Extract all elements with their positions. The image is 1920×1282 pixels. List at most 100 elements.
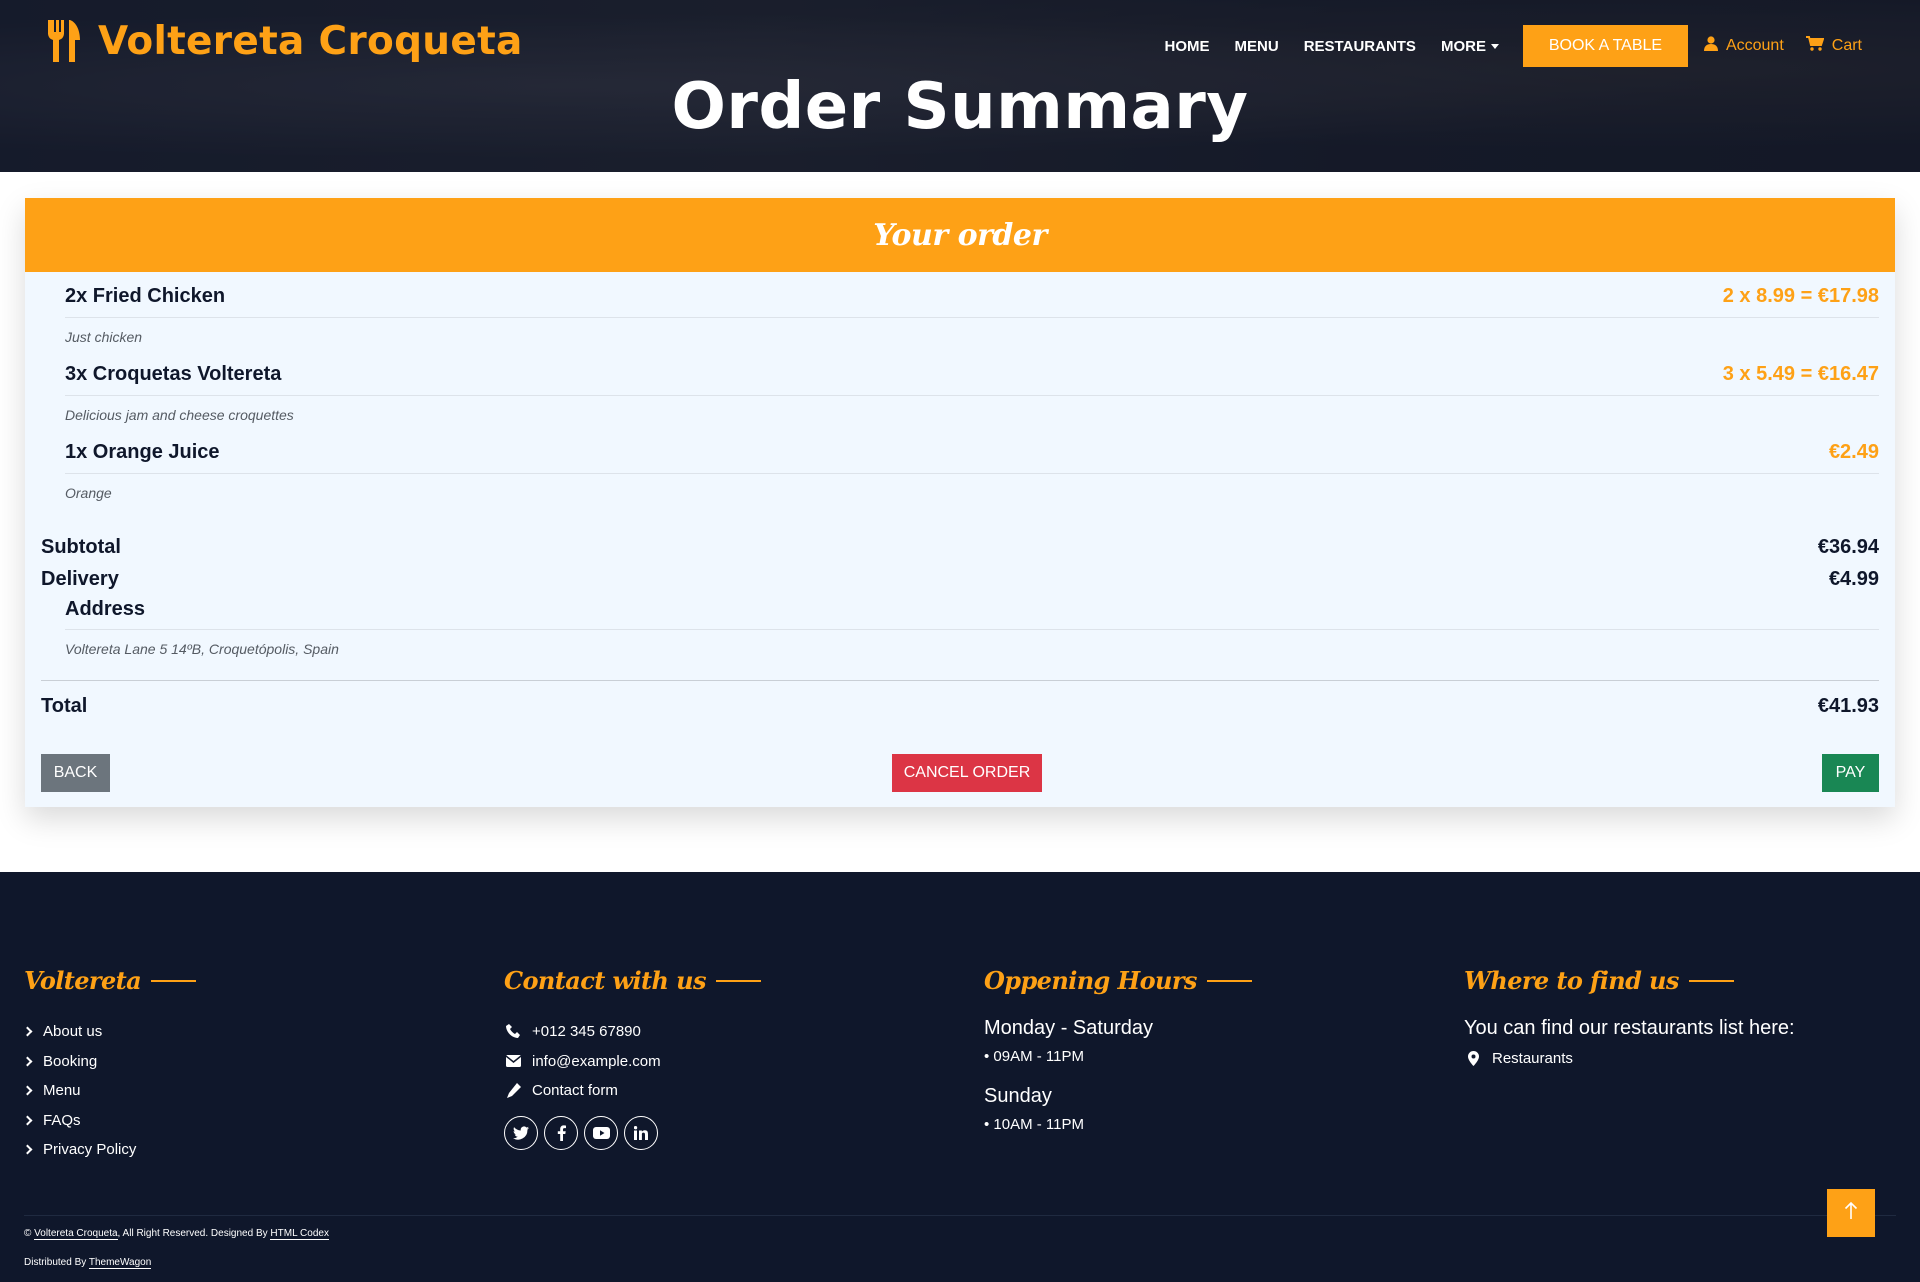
footer-link-about[interactable]: About us [22, 1017, 196, 1047]
footer-link-label: Menu [43, 1082, 81, 1100]
chevron-right-icon [22, 1026, 33, 1037]
nav-more-dropdown[interactable]: MORE [1441, 38, 1499, 55]
copyright-line: © Voltereta Croqueta, All Right Reserved… [24, 1228, 329, 1240]
subtotal-value: €36.94 [1817, 536, 1879, 558]
copyright-site-link[interactable]: Voltereta Croqueta [34, 1228, 118, 1240]
footer-link-privacy[interactable]: Privacy Policy [22, 1135, 196, 1165]
find-us-text: You can find our restaurants list here: [1464, 1017, 1795, 1039]
total-label: Total [41, 695, 88, 717]
cart-icon [1805, 36, 1825, 56]
footer-link-label: FAQs [43, 1111, 81, 1129]
hours-block: Monday - Saturday • 09AM - 11PM Sunday •… [984, 1017, 1252, 1133]
back-button[interactable]: BACK [41, 754, 110, 792]
footer-title-text: Oppening Hours [984, 966, 1197, 995]
envelope-icon [504, 1055, 522, 1068]
contact-email-text: info@example.com [532, 1052, 661, 1070]
contact-form-link[interactable]: Contact form [504, 1076, 761, 1106]
footer-link-label: Privacy Policy [43, 1141, 137, 1159]
restaurants-link[interactable]: Restaurants [1464, 1044, 1795, 1074]
chevron-right-icon [22, 1056, 33, 1067]
address-block: Address Voltereta Lane 5 14ºB, Croquetóp… [65, 598, 1879, 657]
footer-col-contact: Contact with us +012 345 67890 info@exam… [504, 966, 761, 1150]
account-label: Account [1725, 37, 1784, 54]
pencil-icon [504, 1083, 522, 1099]
copyright-designer-link[interactable]: HTML Codex [270, 1228, 329, 1240]
copyright-symbol: © [24, 1228, 32, 1239]
contact-email[interactable]: info@example.com [504, 1047, 761, 1077]
cart-link[interactable]: Cart [1805, 36, 1862, 56]
hours-day: Sunday [984, 1085, 1052, 1107]
title-underline [151, 979, 197, 982]
restaurants-link-label: Restaurants [1492, 1050, 1573, 1068]
book-table-button[interactable]: BOOK A TABLE [1522, 25, 1688, 67]
twitter-icon[interactable] [504, 1115, 538, 1150]
footer-link-label: Booking [43, 1052, 98, 1070]
distributed-label: Distributed By [24, 1257, 87, 1268]
user-icon [1703, 36, 1718, 56]
main-nav: HOME MENU RESTAURANTS MORE BOOK A TABLE … [1165, 25, 1862, 67]
contact-form-text: Contact form [532, 1082, 618, 1100]
footer-title: Contact with us [504, 966, 761, 995]
hero-header: Voltereta Croqueta HOME MENU RESTAURANTS… [0, 0, 1920, 172]
footer-col-hours: Oppening Hours Monday - Saturday • 09AM … [984, 966, 1252, 1133]
phone-icon [504, 1024, 522, 1039]
cancel-order-button[interactable]: CANCEL ORDER [892, 754, 1042, 792]
distributor-link[interactable]: ThemeWagon [88, 1257, 152, 1269]
cart-label: Cart [1831, 37, 1862, 54]
page-title: Order Summary [671, 70, 1249, 144]
footer-title-text: Voltereta [24, 966, 142, 995]
order-item: 3x Croquetas Voltereta 3 x 5.49 = €16.47… [65, 350, 1879, 423]
total-divider [41, 680, 1879, 681]
order-card-header: Your order [25, 198, 1895, 272]
subtotal-label: Subtotal [41, 536, 121, 558]
order-item-row: 1x Orange Juice €2.49 [65, 428, 1879, 474]
hours-time: • 10AM - 11PM [984, 1116, 1085, 1133]
total-value: €41.93 [1817, 695, 1879, 717]
brand-logo[interactable]: Voltereta Croqueta [46, 18, 523, 64]
footer-title: Oppening Hours [984, 966, 1252, 995]
order-card: Your order 2x Fried Chicken 2 x 8.99 = €… [25, 198, 1895, 807]
pay-button[interactable]: PAY [1822, 754, 1879, 792]
account-link[interactable]: Account [1703, 36, 1784, 56]
footer-col-about: Voltereta About us Booking Menu FAQs Pri… [22, 966, 197, 1165]
order-item: 2x Fried Chicken 2 x 8.99 = €17.98 Just … [65, 272, 1879, 345]
footer-link-menu[interactable]: Menu [22, 1076, 196, 1106]
title-underline [1206, 979, 1252, 982]
delivery-value: €4.99 [1828, 568, 1879, 590]
order-item: 1x Orange Juice €2.49 Orange [65, 428, 1879, 501]
footer-links: About us Booking Menu FAQs Privacy Polic… [22, 1017, 196, 1165]
footer-title-text: Contact with us [504, 966, 706, 995]
youtube-icon[interactable] [584, 1115, 618, 1150]
nav-menu[interactable]: MENU [1235, 38, 1279, 55]
hours-day: Monday - Saturday [984, 1017, 1153, 1039]
order-item-price: 2 x 8.99 = €17.98 [1722, 285, 1879, 307]
contact-phone[interactable]: +012 345 67890 [504, 1017, 761, 1047]
footer-link-faqs[interactable]: FAQs [22, 1106, 196, 1136]
order-item-description: Delicious jam and cheese croquettes [65, 407, 294, 423]
contact-list: +012 345 67890 info@example.com Contact … [504, 1017, 761, 1106]
title-underline [1688, 979, 1734, 982]
order-item-description: Orange [65, 485, 112, 501]
linkedin-icon[interactable] [624, 1115, 658, 1150]
footer: Voltereta About us Booking Menu FAQs Pri… [0, 872, 1920, 1282]
address-text: Voltereta Lane 5 14ºB, Croquetópolis, Sp… [65, 641, 339, 657]
contact-phone-text: +012 345 67890 [532, 1023, 641, 1041]
order-item-description: Just chicken [65, 329, 143, 345]
nav-restaurants[interactable]: RESTAURANTS [1304, 38, 1416, 55]
utensils-icon [46, 18, 82, 64]
total-row: Total €41.93 [41, 695, 1879, 718]
subtotal-row: Subtotal €36.94 [41, 536, 1879, 559]
order-item-name: 3x Croquetas Voltereta [65, 363, 282, 385]
address-label: Address [65, 598, 1879, 630]
delivery-label: Delivery [41, 568, 119, 590]
chevron-right-icon [22, 1085, 33, 1096]
chevron-right-icon [22, 1144, 33, 1155]
back-to-top-button[interactable] [1827, 1189, 1875, 1237]
nav-home[interactable]: HOME [1165, 38, 1210, 55]
order-title: Your order [873, 217, 1047, 253]
footer-link-booking[interactable]: Booking [22, 1047, 196, 1077]
facebook-icon[interactable] [544, 1115, 578, 1150]
copyright-middle: , All Right Reserved. Designed By [117, 1228, 268, 1239]
footer-divider [24, 1215, 1896, 1216]
footer-col-location: Where to find us You can find our restau… [1464, 966, 1795, 1074]
